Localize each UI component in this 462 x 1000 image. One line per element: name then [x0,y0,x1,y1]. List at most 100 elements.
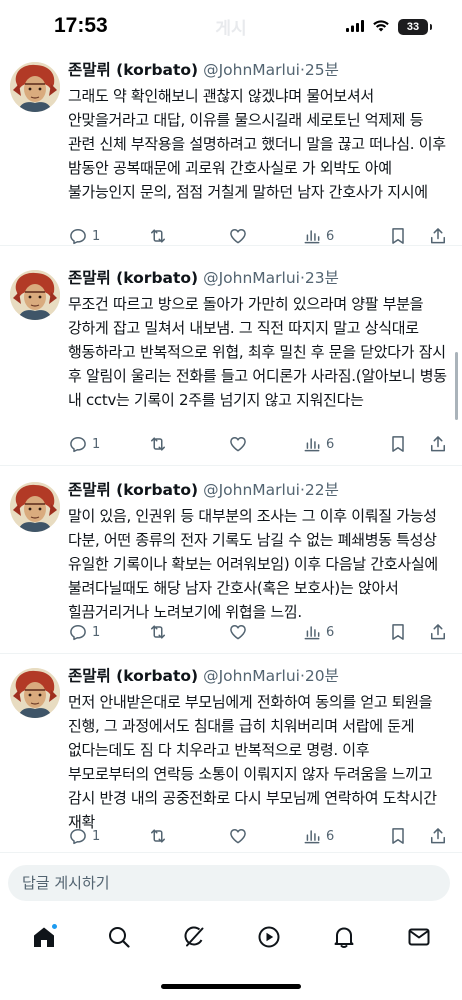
avatar[interactable] [10,62,60,112]
repost-button[interactable] [148,226,228,246]
share-button[interactable] [428,434,448,454]
reply-count: 1 [92,624,101,640]
home-indicator[interactable] [161,984,301,989]
like-button[interactable] [228,434,302,454]
tweet[interactable]: 존말뤼 (korbato) @JohnMarlui·25분 그래도 약 확인해보… [0,54,462,246]
reply-count: 1 [92,228,101,244]
heart-icon [228,434,248,454]
avatar[interactable] [10,482,60,532]
display-name[interactable]: 존말뤼 (korbato) [68,269,198,287]
like-button[interactable] [228,622,302,642]
avatar[interactable] [10,668,60,718]
views-icon [302,226,322,246]
views-button[interactable]: 6 [302,226,388,246]
bookmark-icon [388,826,408,846]
tab-video[interactable] [247,915,291,959]
like-button[interactable] [228,826,302,846]
bookmark-button[interactable] [388,226,428,246]
tweet[interactable]: 존말뤼 (korbato) @JohnMarlui·20분 먼저 안내받은대로 … [0,660,462,852]
reply-button[interactable]: 1 [68,434,148,454]
repost-button[interactable] [148,826,228,846]
battery-indicator: 33 [398,18,432,35]
tweet[interactable]: 존말뤼 (korbato) @JohnMarlui·23분 무조건 따르고 방으… [0,262,462,466]
display-name[interactable]: 존말뤼 (korbato) [68,667,198,685]
share-button[interactable] [428,226,448,246]
mail-icon [406,924,432,950]
bottom-tab-bar [0,912,462,962]
share-button[interactable] [428,622,448,642]
share-icon [428,622,448,642]
views-icon [302,826,322,846]
tab-grok[interactable] [172,915,216,959]
bookmark-icon [388,434,408,454]
share-button[interactable] [428,826,448,846]
heart-icon [228,226,248,246]
tweet-text: 무조건 따르고 방으로 돌아가 가만히 있으라며 양팔 부분을 강하게 잡고 밀… [68,295,447,409]
bookmark-icon [388,226,408,246]
reply-input[interactable] [8,865,450,901]
views-icon [302,622,322,642]
views-count: 6 [326,624,335,640]
play-icon [256,924,282,950]
user-handle[interactable]: @JohnMarlui [203,667,300,685]
tweet-time[interactable]: 23분 [305,269,339,287]
search-icon [106,924,132,950]
bookmark-icon [388,622,408,642]
display-name[interactable]: 존말뤼 (korbato) [68,481,198,499]
tab-messages[interactable] [397,915,441,959]
repost-button[interactable] [148,434,228,454]
scrollbar-thumb[interactable] [455,352,458,420]
repost-icon [148,826,168,846]
share-icon [428,434,448,454]
tweet-time[interactable]: 22분 [305,481,339,499]
tweet-actions: 1 6 [68,620,448,644]
user-handle[interactable]: @JohnMarlui [203,481,300,499]
bookmark-button[interactable] [388,826,428,846]
repost-icon [148,622,168,642]
reply-button[interactable]: 1 [68,826,148,846]
heart-icon [228,622,248,642]
tweet-time[interactable]: 25분 [305,61,339,79]
tweet-header: 존말뤼 (korbato) @JohnMarlui·23분 [68,266,339,288]
tweet-actions: 1 6 [68,432,448,456]
tweet-actions: 1 6 [68,224,448,248]
avatar[interactable] [10,270,60,320]
reply-button[interactable]: 1 [68,226,148,246]
bell-icon [331,924,357,950]
reply-icon [68,434,88,454]
tab-home[interactable] [22,915,66,959]
reply-icon [68,622,88,642]
views-count: 6 [326,436,335,452]
user-handle[interactable]: @JohnMarlui [203,61,300,79]
tweet[interactable]: 존말뤼 (korbato) @JohnMarlui·22분 말이 있음, 인권위… [0,474,462,654]
reply-icon [68,226,88,246]
tweet-time[interactable]: 20분 [305,667,339,685]
bookmark-button[interactable] [388,434,428,454]
reply-button[interactable]: 1 [68,622,148,642]
user-handle[interactable]: @JohnMarlui [203,269,300,287]
reply-icon [68,826,88,846]
tab-notifications[interactable] [322,915,366,959]
repost-button[interactable] [148,622,228,642]
tab-search[interactable] [97,915,141,959]
tweet-header: 존말뤼 (korbato) @JohnMarlui·25분 [68,58,339,80]
views-button[interactable]: 6 [302,434,388,454]
bookmark-button[interactable] [388,622,428,642]
views-button[interactable]: 6 [302,826,388,846]
like-button[interactable] [228,226,302,246]
status-indicators: 33 [346,17,432,36]
display-name[interactable]: 존말뤼 (korbato) [68,61,198,79]
tweet-text: 그래도 약 확인해보니 괜찮지 않겠냐며 물어보셔서 안맞을거라고 대답, 이유… [68,87,446,201]
tweet-text: 먼저 안내받은대로 부모님에게 전화하여 동의를 얻고 퇴원을 진행, 그 과정… [68,693,437,831]
status-bar: 게시 17:53 33 [0,0,462,54]
wifi-icon [372,17,390,36]
tweet-text: 말이 있음, 인권위 등 대부분의 조사는 그 이후 이뤄질 가능성 다분, 어… [68,507,438,621]
views-icon [302,434,322,454]
grok-icon [181,924,207,950]
status-time: 17:53 [54,14,108,37]
views-button[interactable]: 6 [302,622,388,642]
tweet-header: 존말뤼 (korbato) @JohnMarlui·20분 [68,664,339,686]
reply-count: 1 [92,436,101,452]
views-count: 6 [326,828,335,844]
reply-count: 1 [92,828,101,844]
